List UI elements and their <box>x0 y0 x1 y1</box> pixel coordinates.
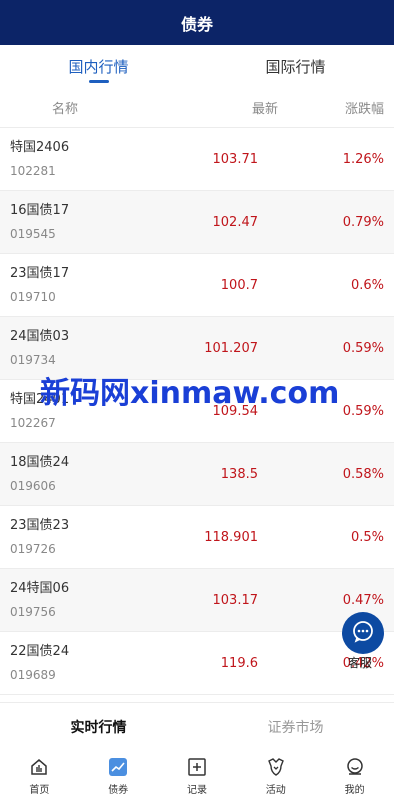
nav-profile-label: 我的 <box>344 784 365 796</box>
bond-code: 019726 <box>10 541 56 556</box>
bond-name: 24特国06 <box>10 580 70 596</box>
active-tab-indicator <box>88 80 109 83</box>
app-header: 债券 <box>0 0 394 45</box>
column-price[interactable]: 最新 <box>130 98 278 117</box>
bond-name: 23国债23 <box>10 517 70 533</box>
table-row[interactable]: 23国债23 019726 118.901 0.5% <box>0 506 394 569</box>
bond-price: 103.71 <box>212 151 259 167</box>
customer-service-button[interactable] <box>342 612 384 654</box>
bond-name: 24国债03 <box>10 328 70 344</box>
nav-home-label: 首页 <box>29 784 50 796</box>
customer-service-label: 客服 <box>348 656 373 670</box>
table-row[interactable]: 24特国06 019756 103.17 0.47% <box>0 569 394 632</box>
sub-tabs: 实时行情 证券市场 <box>0 702 394 752</box>
table-header: 名称 最新 涨跌幅 <box>0 87 394 128</box>
nav-bonds[interactable]: 债券 <box>79 751 158 800</box>
bond-code: 102267 <box>10 415 56 430</box>
column-name[interactable]: 名称 <box>0 98 130 117</box>
tab-international[interactable]: 国际行情 <box>197 45 394 87</box>
bond-name: 特国2406 <box>10 139 70 155</box>
nav-activity-label: 活动 <box>265 784 286 796</box>
bond-code: 019756 <box>10 604 56 619</box>
bond-change: 1.26% <box>342 151 384 167</box>
bond-code: 019606 <box>10 478 56 493</box>
bond-name: 18国债24 <box>10 454 70 470</box>
activity-icon <box>265 756 287 778</box>
bond-change: 0.59% <box>342 340 384 356</box>
watermark: 新码网xinmaw.com <box>40 376 340 411</box>
table-row[interactable]: 23国债17 019710 100.7 0.6% <box>0 254 394 317</box>
bond-price: 102.47 <box>212 214 259 230</box>
bond-code: 019734 <box>10 352 56 367</box>
nav-home[interactable]: 首页 <box>0 751 79 800</box>
tab-domestic-label: 国内行情 <box>68 57 129 76</box>
tab-domestic[interactable]: 国内行情 <box>0 45 197 87</box>
bond-price: 119.6 <box>220 655 258 671</box>
nav-profile[interactable]: 我的 <box>315 751 394 800</box>
table-row[interactable]: 特国2406 102281 103.71 1.26% <box>0 128 394 191</box>
bond-name: 16国债17 <box>10 202 70 218</box>
nav-records[interactable]: 记录 <box>158 751 237 800</box>
nav-records-label: 记录 <box>186 784 207 796</box>
bond-change: 0.79% <box>342 214 384 230</box>
bond-code: 019689 <box>10 667 56 682</box>
subtab-realtime[interactable]: 实时行情 <box>0 703 197 751</box>
bottom-nav: 首页 债券 记录 活动 我的 <box>0 751 394 800</box>
bond-price: 101.207 <box>204 340 258 356</box>
table-row[interactable]: 16国债17 019545 102.47 0.79% <box>0 191 394 254</box>
bond-price: 100.7 <box>220 277 258 293</box>
column-change[interactable]: 涨跌幅 <box>278 98 394 117</box>
subtab-securities-market[interactable]: 证券市场 <box>197 703 394 751</box>
bond-price: 138.5 <box>220 466 258 482</box>
bond-price: 118.901 <box>204 529 258 545</box>
home-icon <box>28 756 50 778</box>
table-row[interactable]: 18国债24 019606 138.5 0.58% <box>0 443 394 506</box>
page-title: 债券 <box>180 14 213 34</box>
profile-icon <box>344 756 366 778</box>
bond-code: 102281 <box>10 163 56 178</box>
bond-change: 0.47% <box>342 592 384 608</box>
chart-icon <box>107 756 129 778</box>
bond-code: 019545 <box>10 226 56 241</box>
bond-name: 23国债17 <box>10 265 70 281</box>
bond-name: 22国债24 <box>10 643 70 659</box>
table-row[interactable]: 22国债24 019689 119.6 0.42% <box>0 632 394 695</box>
chat-bubble-icon <box>351 619 375 647</box>
market-tabs: 国内行情 国际行情 <box>0 45 394 87</box>
bond-price: 103.17 <box>212 592 259 608</box>
bond-change: 0.6% <box>350 277 384 293</box>
bond-change: 0.58% <box>342 466 384 482</box>
bond-change: 0.42% <box>342 655 384 671</box>
nav-activity[interactable]: 活动 <box>236 751 315 800</box>
bond-change: 0.5% <box>350 529 384 545</box>
tab-international-label: 国际行情 <box>265 57 326 76</box>
bond-code: 019710 <box>10 289 56 304</box>
nav-bonds-label: 债券 <box>108 784 129 796</box>
record-icon <box>186 756 208 778</box>
